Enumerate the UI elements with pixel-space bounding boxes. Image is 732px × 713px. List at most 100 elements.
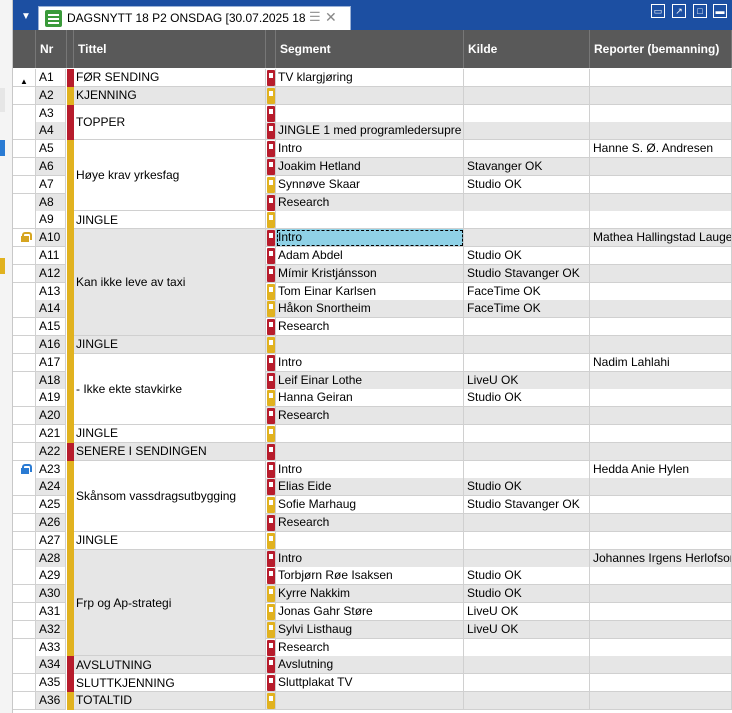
segment-cell[interactable]: Research <box>276 638 464 657</box>
segment-cell[interactable]: Sylvi Listhaug <box>276 620 464 639</box>
segment-cell[interactable]: Intro <box>276 140 464 159</box>
reporter-cell[interactable] <box>590 407 732 426</box>
reporter-cell[interactable] <box>590 656 732 675</box>
kilde-cell[interactable] <box>464 460 590 479</box>
segment-cell[interactable]: Mímir Kristjánsson <box>276 264 464 283</box>
reporter-cell[interactable]: Mathea Hallingstad Lauge <box>590 229 732 248</box>
header-reporter[interactable]: Reporter (bemanning) <box>590 30 732 68</box>
segment-cell[interactable]: Adam Abdel <box>276 247 464 265</box>
kilde-cell[interactable]: Studio Stavanger OK <box>464 264 590 283</box>
document-icon[interactable] <box>267 372 275 389</box>
header-nr[interactable]: Nr <box>36 30 67 68</box>
kilde-cell[interactable] <box>464 193 590 212</box>
segment-cell[interactable]: Elias Eide <box>276 478 464 497</box>
document-icon[interactable] <box>267 497 275 514</box>
segment-cell[interactable]: Research <box>276 193 464 212</box>
reporter-cell[interactable] <box>590 389 732 408</box>
reporter-cell[interactable]: Hedda Anie Hylen <box>590 460 732 479</box>
segment-cell[interactable]: Research <box>276 407 464 426</box>
kilde-cell[interactable]: LiveU OK <box>464 620 590 639</box>
segment-cell[interactable]: Avslutning <box>276 656 464 675</box>
maximize-icon[interactable]: □ <box>693 4 707 18</box>
reporter-cell[interactable]: Johannes Irgens Herlofson <box>590 549 732 568</box>
minimize-icon[interactable]: ▬ <box>713 4 727 18</box>
header-kilde[interactable]: Kilde <box>464 30 590 68</box>
popout-icon[interactable]: ↗ <box>672 4 686 18</box>
segment-cell[interactable]: Intro <box>276 353 464 372</box>
segment-cell[interactable]: Kyrre Nakkim <box>276 585 464 604</box>
kilde-cell[interactable] <box>464 674 590 693</box>
segment-cell[interactable] <box>276 425 464 443</box>
reporter-cell[interactable] <box>590 638 732 657</box>
kilde-cell[interactable] <box>464 425 590 443</box>
document-icon[interactable] <box>267 586 275 603</box>
reporter-cell[interactable] <box>590 158 732 176</box>
segment-cell[interactable]: Research <box>276 318 464 337</box>
reporter-cell[interactable] <box>590 282 732 301</box>
document-icon[interactable] <box>267 657 275 674</box>
document-icon[interactable] <box>267 176 275 193</box>
document-icon[interactable] <box>267 194 275 211</box>
reporter-cell[interactable] <box>590 585 732 604</box>
reporter-cell[interactable] <box>590 300 732 319</box>
segment-cell[interactable] <box>276 86 464 105</box>
rundown-tab[interactable]: DAGSNYTT 18 P2 ONSDAG [30.07.2025 18:00]… <box>38 6 351 30</box>
segment-cell[interactable] <box>276 211 464 230</box>
segment-cell[interactable]: Intro <box>276 229 464 248</box>
kilde-cell[interactable] <box>464 638 590 657</box>
kilde-cell[interactable]: LiveU OK <box>464 603 590 621</box>
document-icon[interactable] <box>267 354 275 371</box>
reporter-cell[interactable] <box>590 514 732 532</box>
document-icon[interactable] <box>267 461 275 478</box>
kilde-cell[interactable] <box>464 318 590 337</box>
segment-cell[interactable]: Intro <box>276 460 464 479</box>
reporter-cell[interactable]: Hanne S. Ø. Andresen <box>590 140 732 159</box>
kilde-cell[interactable] <box>464 211 590 230</box>
document-icon[interactable] <box>267 87 275 104</box>
kilde-cell[interactable] <box>464 442 590 461</box>
document-icon[interactable] <box>267 639 275 656</box>
hamburger-icon[interactable]: ☰ <box>309 9 321 25</box>
reporter-cell[interactable] <box>590 318 732 337</box>
document-icon[interactable] <box>267 604 275 620</box>
kilde-cell[interactable]: Studio OK <box>464 478 590 497</box>
document-icon[interactable] <box>267 123 275 140</box>
document-icon[interactable] <box>267 515 275 531</box>
document-icon[interactable] <box>267 390 275 407</box>
kilde-cell[interactable]: Studio OK <box>464 585 590 604</box>
segment-cell[interactable]: Sofie Marhaug <box>276 496 464 515</box>
reporter-cell[interactable] <box>590 104 732 123</box>
document-icon[interactable] <box>267 283 275 300</box>
header-segment[interactable]: Segment <box>276 30 464 68</box>
document-icon[interactable] <box>267 319 275 336</box>
kilde-cell[interactable] <box>464 122 590 141</box>
reporter-cell[interactable] <box>590 247 732 265</box>
kilde-cell[interactable] <box>464 69 590 87</box>
document-icon[interactable] <box>267 621 275 638</box>
segment-cell[interactable]: Torbjørn Røe Isaksen <box>276 567 464 586</box>
close-icon[interactable]: ✕ <box>325 9 337 26</box>
kilde-cell[interactable] <box>464 656 590 675</box>
kilde-cell[interactable] <box>464 140 590 159</box>
segment-cell[interactable] <box>276 336 464 354</box>
reporter-cell[interactable] <box>590 264 732 283</box>
segment-cell[interactable]: Sluttplakat TV <box>276 674 464 693</box>
reporter-cell[interactable] <box>590 674 732 693</box>
reporter-cell[interactable] <box>590 371 732 390</box>
reporter-cell[interactable] <box>590 531 732 550</box>
kilde-cell[interactable] <box>464 531 590 550</box>
kilde-cell[interactable]: Studio OK <box>464 389 590 408</box>
document-icon[interactable] <box>267 443 275 460</box>
segment-cell[interactable]: Håkon Snortheim <box>276 300 464 319</box>
segment-cell[interactable] <box>276 442 464 461</box>
reporter-cell[interactable] <box>590 496 732 515</box>
document-icon[interactable] <box>267 248 275 264</box>
segment-cell[interactable]: Synnøve Skaar <box>276 175 464 194</box>
document-icon[interactable] <box>267 301 275 318</box>
document-icon[interactable] <box>267 70 275 86</box>
segment-cell[interactable]: TV klargjøring <box>276 69 464 87</box>
kilde-cell[interactable] <box>464 549 590 568</box>
reporter-cell[interactable] <box>590 122 732 141</box>
reporter-cell[interactable] <box>590 620 732 639</box>
document-icon[interactable] <box>267 408 275 425</box>
